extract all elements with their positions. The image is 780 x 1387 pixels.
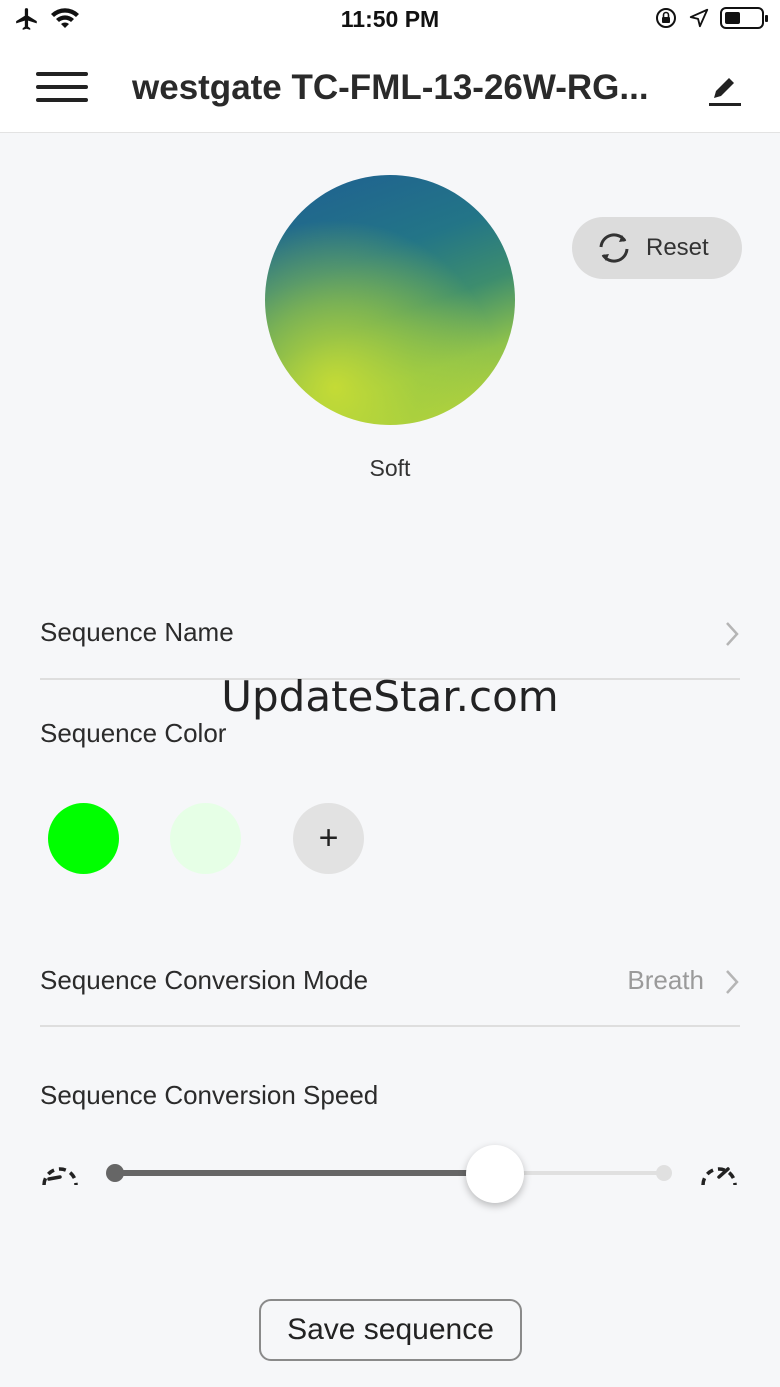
color-swatch-2[interactable] (170, 803, 241, 874)
color-swatch-1[interactable] (48, 803, 119, 874)
save-sequence-button[interactable]: Save sequence (259, 1299, 522, 1361)
location-icon (689, 8, 709, 28)
conversion-mode-row[interactable]: Sequence Conversion Mode Breath (40, 937, 740, 1027)
chevron-right-icon (726, 970, 739, 994)
sequence-name-label: Sequence Name (40, 617, 234, 647)
status-bar: 11:50 PM (0, 0, 780, 44)
speed-slider-fill (115, 1170, 495, 1176)
speed-slider-thumb[interactable] (465, 1145, 524, 1203)
sequence-color-label: Sequence Color (40, 718, 227, 748)
slow-speedometer-icon (42, 1167, 78, 1186)
status-right-icons (654, 6, 768, 30)
hamburger-menu-icon[interactable] (36, 72, 88, 104)
fast-speedometer-icon (701, 1167, 737, 1186)
conversion-speed-label: Sequence Conversion Speed (40, 1080, 379, 1110)
chevron-right-icon (726, 622, 739, 646)
conversion-mode-value: Breath (627, 965, 704, 995)
preview-label: Soft (369, 455, 411, 481)
pencil-edit-icon[interactable] (706, 72, 742, 108)
battery-icon (720, 7, 768, 29)
slider-start-dot (106, 1164, 124, 1182)
reset-label: Reset (646, 234, 709, 261)
slider-end-dot (656, 1165, 672, 1181)
conversion-mode-label: Sequence Conversion Mode (40, 965, 369, 995)
add-color-button[interactable]: + (293, 803, 364, 874)
refresh-icon (599, 233, 629, 263)
reset-button[interactable]: Reset (572, 217, 742, 279)
orientation-lock-icon (656, 8, 676, 28)
watermark-text: UpdateStar.com (221, 672, 559, 721)
nav-bar: westgate TC-FML-13-26W-RG... (0, 44, 780, 133)
page-title: westgate TC-FML-13-26W-RG... (132, 68, 649, 107)
sequence-name-row[interactable]: Sequence Name (40, 590, 740, 680)
plus-icon: + (318, 819, 339, 857)
color-preview-circle[interactable] (265, 175, 515, 425)
